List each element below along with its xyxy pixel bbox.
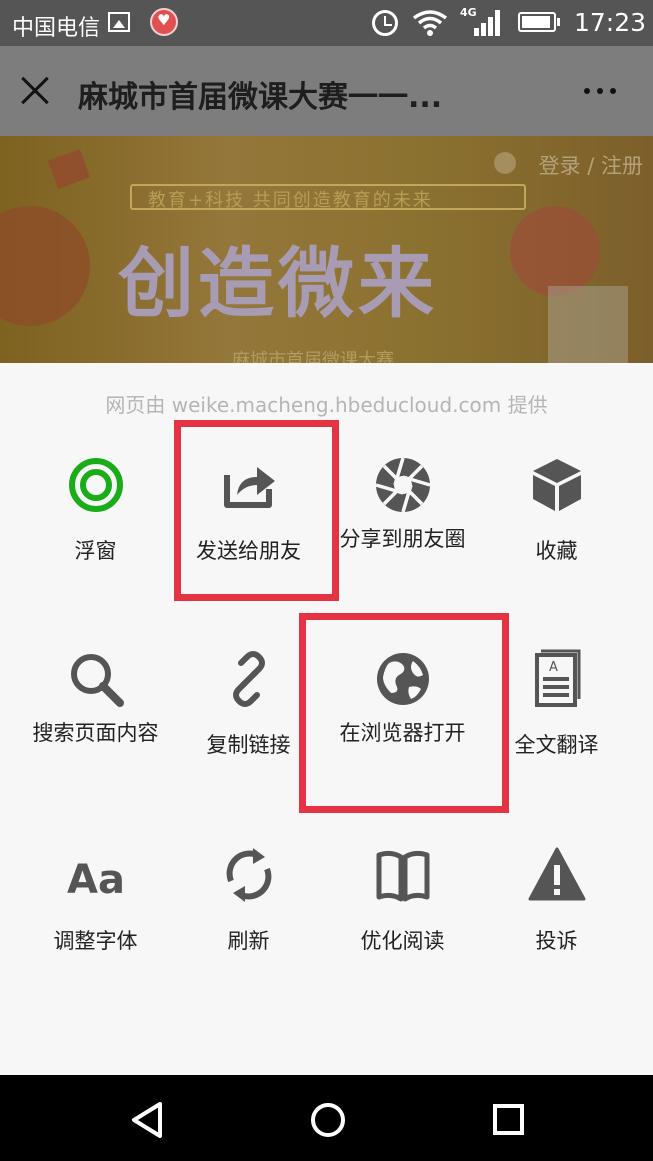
banner-tagline: 教育+科技 共同创造教育的未来 — [148, 190, 433, 211]
title-bar: 麻城市首届微课大赛一一... — [0, 46, 653, 136]
menu-item-refresh[interactable]: 刷新 — [172, 845, 325, 1015]
battery-icon — [518, 12, 560, 32]
floating-window-icon — [66, 455, 126, 515]
menu-item-font-size[interactable]: Aa 调整字体 — [19, 845, 172, 1015]
menu-label: 搜索页面内容 — [32, 721, 159, 745]
decor-shape — [47, 149, 91, 189]
home-icon[interactable] — [308, 1100, 348, 1140]
page-banner: 登录 / 注册 教育+科技 共同创造教育的未来 创造微来 麻城市首届微课大赛 — [0, 136, 653, 366]
link-icon — [219, 649, 279, 709]
page-source-text: 网页由 weike.macheng.hbeducloud.com 提供 — [105, 393, 548, 417]
wifi-icon — [412, 10, 448, 40]
banner-headline: 创造微来 — [118, 239, 438, 328]
alarm-icon — [372, 10, 398, 36]
svg-text:A: A — [549, 660, 558, 675]
menu-item-reader-mode[interactable]: 优化阅读 — [326, 845, 479, 1015]
menu-label: 刷新 — [227, 929, 270, 953]
page-title: 麻城市首届微课大赛一一... — [78, 80, 443, 115]
recent-apps-icon[interactable] — [488, 1100, 528, 1140]
app-notification-icon — [150, 8, 178, 36]
highlight-box-open-in-browser — [299, 613, 509, 813]
network-type: 4G — [460, 6, 477, 19]
close-icon[interactable] — [14, 70, 56, 112]
signal-icon: 4G — [460, 6, 500, 38]
menu-label: 收藏 — [535, 539, 578, 563]
menu-label: 投诉 — [535, 929, 578, 953]
menu-item-favorite[interactable]: 收藏 — [480, 455, 633, 625]
more-icon[interactable] — [580, 86, 620, 96]
menu-item-floating-window[interactable]: 浮窗 — [19, 455, 172, 625]
decor-circle — [0, 206, 90, 326]
action-sheet: 网页由 weike.macheng.hbeducloud.com 提供 浮窗 发… — [0, 363, 653, 1075]
navigation-bar — [0, 1075, 653, 1161]
warning-icon — [527, 845, 587, 905]
menu-item-report[interactable]: 投诉 — [480, 845, 633, 1015]
svg-text:Aa: Aa — [67, 857, 125, 903]
decor-circle — [510, 206, 600, 296]
user-icon[interactable] — [494, 152, 516, 174]
font-size-icon: Aa — [66, 845, 126, 905]
refresh-icon — [219, 845, 279, 905]
favorite-icon — [527, 455, 587, 515]
menu-label: 调整字体 — [53, 929, 138, 953]
menu-label: 优化阅读 — [360, 929, 445, 953]
reader-mode-icon — [373, 845, 433, 905]
translate-icon: A — [527, 649, 587, 709]
highlight-box-send-to-friend — [174, 420, 339, 601]
search-icon — [66, 649, 126, 709]
menu-item-search-page[interactable]: 搜索页面内容 — [19, 649, 172, 819]
back-icon[interactable] — [128, 1100, 168, 1140]
moments-icon — [373, 455, 433, 515]
carrier-name: 中国电信 — [12, 16, 101, 41]
status-bar: 中国电信 4G 17:23 — [0, 0, 653, 46]
decor-shape — [548, 286, 628, 366]
clock: 17:23 — [574, 8, 647, 37]
image-icon — [108, 12, 130, 32]
login-link[interactable]: 登录 / 注册 — [539, 150, 643, 180]
menu-label: 浮窗 — [74, 539, 117, 563]
menu-label: 分享到朋友圈 — [339, 527, 466, 551]
menu-item-share-moments[interactable]: 分享到朋友圈 — [326, 455, 479, 625]
